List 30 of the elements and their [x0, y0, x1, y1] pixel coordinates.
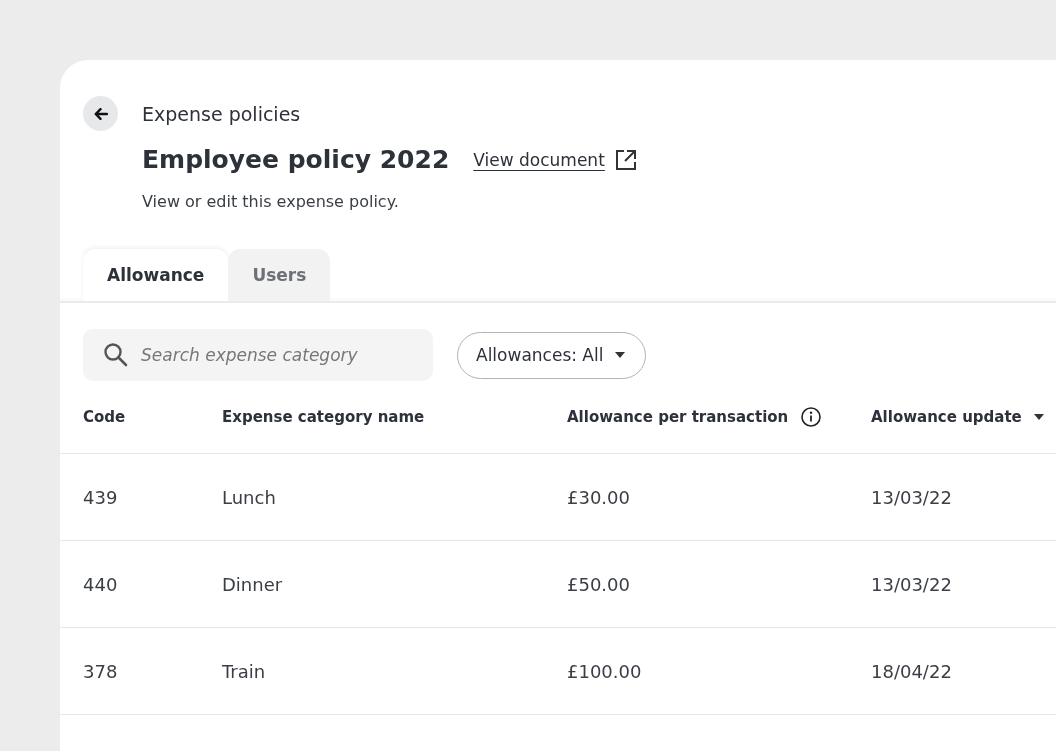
- tab[interactable]: Users: [228, 249, 331, 301]
- column-header: Code: [83, 408, 126, 426]
- column-header: Expense category name: [222, 408, 425, 426]
- table-cell: Dinner: [222, 573, 283, 595]
- column-header: Allowance update: [871, 408, 1022, 426]
- table-cell: 13/03/22: [871, 486, 952, 508]
- view-document-link[interactable]: View document: [473, 149, 605, 170]
- table-cell: 440: [83, 573, 118, 595]
- breadcrumb-link[interactable]: Expense policies: [142, 102, 301, 125]
- table-cell: 18/04/22: [871, 660, 952, 682]
- table-cell: £50.00: [567, 573, 630, 595]
- caret-icon: [615, 352, 626, 358]
- info-icon[interactable]: [800, 406, 823, 428]
- table-cell: Lunch: [222, 486, 276, 508]
- search-field[interactable]: Search expense category: [83, 329, 433, 381]
- back-arrow-icon: [93, 107, 108, 120]
- tab[interactable]: Allowance: [83, 249, 229, 301]
- page-title: Employee policy 2022: [142, 145, 450, 174]
- table-cell: Train: [222, 660, 266, 682]
- table-cell: 13/03/22: [871, 573, 952, 595]
- back-button[interactable]: [83, 96, 118, 131]
- table-cell: £30.00: [567, 486, 630, 508]
- filter-dropdown[interactable]: Allowances: All: [457, 331, 647, 379]
- sort-caret-icon[interactable]: [1033, 414, 1044, 420]
- external-link-icon[interactable]: [614, 148, 637, 171]
- table-cell: 378: [83, 660, 118, 682]
- column-header: Allowance per transaction: [567, 408, 789, 426]
- description-text: View or edit this expense policy.: [142, 192, 400, 211]
- table-cell: £100.00: [567, 660, 642, 682]
- table-cell: 439: [83, 486, 118, 508]
